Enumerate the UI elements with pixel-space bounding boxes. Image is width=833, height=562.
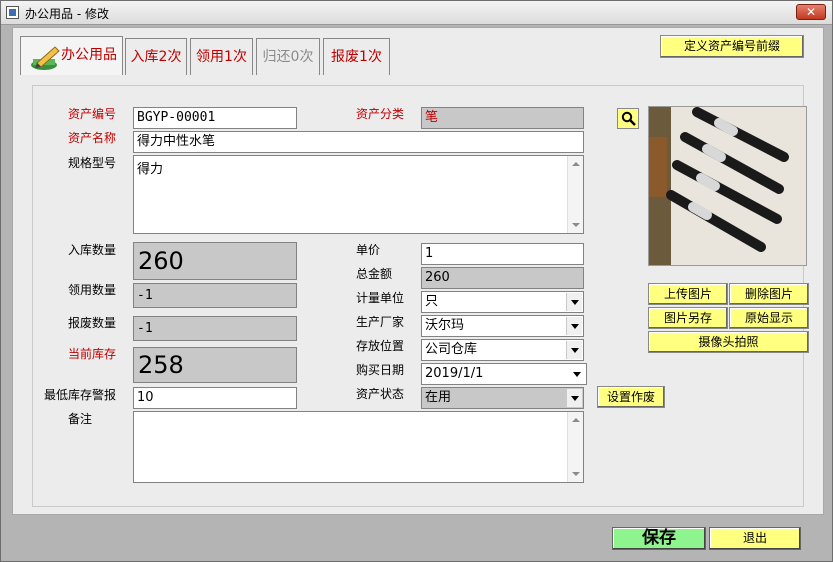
scroll-up-icon[interactable] [572, 418, 580, 422]
asset-status-value: 在用 [425, 390, 452, 405]
spec-model-value: 得力 [137, 162, 164, 177]
spec-model-label: 规格型号 [68, 156, 117, 170]
main-window: 办公用品 - 修改 ✕ 办公用品 入库2次 领用1次 归还0次 报废1次 定义资… [0, 0, 833, 562]
location-label: 存放位置 [356, 339, 405, 353]
tab-return[interactable]: 归还0次 [256, 38, 320, 75]
client-area: 办公用品 入库2次 领用1次 归还0次 报废1次 定义资产编号前缀 资产编号 资… [12, 27, 824, 515]
upload-image-button[interactable]: 上传图片 [648, 283, 728, 305]
scroll-down-icon[interactable] [572, 472, 580, 476]
asset-name-label: 资产名称 [68, 131, 117, 145]
asset-status-select[interactable]: 在用 [421, 387, 584, 409]
close-button[interactable]: ✕ [796, 4, 826, 20]
use-qty-label: 领用数量 [68, 283, 117, 297]
unit-value: 只 [425, 294, 439, 309]
unit-price-label: 单价 [356, 243, 381, 257]
save-button[interactable]: 保存 [612, 527, 706, 550]
asset-photo [648, 106, 807, 266]
unit-select[interactable]: 只 [421, 291, 584, 313]
dropdown-arrow-icon[interactable] [569, 365, 585, 383]
title-bar: 办公用品 - 修改 ✕ [1, 1, 832, 25]
asset-status-label: 资产状态 [356, 387, 405, 401]
tab-collect[interactable]: 领用1次 [190, 38, 253, 75]
min-stock-input[interactable]: 10 [133, 387, 297, 409]
exit-button[interactable]: 退出 [709, 527, 801, 550]
unit-price-input[interactable]: 1 [421, 243, 584, 265]
manufacturer-value: 沃尔玛 [425, 318, 465, 333]
total-amount-label: 总金额 [356, 267, 393, 281]
manufacturer-select[interactable]: 沃尔玛 [421, 315, 584, 337]
in-qty-field: 260 [133, 242, 297, 280]
current-stock-field: 258 [133, 347, 297, 383]
current-stock-label: 当前库存 [68, 347, 117, 361]
asset-code-label: 资产编号 [68, 107, 117, 121]
delete-image-button[interactable]: 删除图片 [729, 283, 809, 305]
scroll-up-icon[interactable] [572, 162, 580, 166]
pencil-icon [31, 46, 60, 70]
manufacturer-label: 生产厂家 [356, 315, 405, 329]
asset-code-input[interactable]: BGYP-00001 [133, 107, 297, 129]
purchase-date-value: 2019/1/1 [425, 366, 484, 381]
search-icon [621, 111, 636, 126]
tab-office-supplies[interactable]: 办公用品 [20, 36, 123, 75]
dropdown-arrow-icon[interactable] [566, 341, 582, 359]
tab-stock-in[interactable]: 入库2次 [125, 38, 187, 75]
asset-category-label: 资产分类 [356, 107, 405, 121]
scroll-down-icon[interactable] [572, 223, 580, 227]
asset-name-input[interactable]: 得力中性水笔 [133, 131, 584, 153]
purchase-date-picker[interactable]: 2019/1/1 [421, 363, 587, 385]
pens-image [649, 107, 806, 265]
remark-textarea[interactable] [133, 411, 584, 483]
category-search-button[interactable] [617, 108, 639, 129]
save-image-as-button[interactable]: 图片另存 [648, 307, 728, 329]
scrap-qty-label: 报废数量 [68, 316, 117, 330]
use-qty-field: -1 [133, 283, 297, 308]
define-prefix-button[interactable]: 定义资产编号前缀 [660, 35, 804, 58]
app-icon [6, 6, 19, 19]
dropdown-arrow-icon[interactable] [566, 389, 582, 407]
spec-model-scrollbar[interactable] [567, 156, 583, 233]
scrap-qty-field: -1 [133, 316, 297, 341]
total-amount-field: 260 [421, 267, 584, 289]
location-value: 公司仓库 [425, 342, 478, 357]
window-title: 办公用品 - 修改 [25, 7, 109, 21]
remark-scrollbar[interactable] [567, 412, 583, 482]
close-icon: ✕ [805, 5, 817, 19]
form-panel: 资产编号 资产名称 规格型号 入库数量 领用数量 报废数量 当前库存 最低库存警… [32, 85, 809, 507]
set-scrapped-button[interactable]: 设置作废 [597, 386, 665, 408]
dropdown-arrow-icon[interactable] [566, 317, 582, 335]
min-stock-label: 最低库存警报 [44, 388, 117, 402]
tab-scrap[interactable]: 报废1次 [323, 38, 390, 75]
location-select[interactable]: 公司仓库 [421, 339, 584, 361]
original-view-button[interactable]: 原始显示 [729, 307, 809, 329]
tab-label: 报废1次 [331, 49, 382, 65]
tab-label: 领用1次 [196, 49, 247, 65]
spec-model-textarea[interactable]: 得力 [133, 155, 584, 234]
dropdown-arrow-icon[interactable] [566, 293, 582, 311]
remark-label: 备注 [68, 412, 93, 426]
camera-photo-button[interactable]: 摄像头拍照 [648, 331, 809, 353]
purchase-date-label: 购买日期 [356, 363, 405, 377]
asset-category-field: 笔 [421, 107, 584, 129]
tab-label: 办公用品 [61, 47, 117, 63]
in-qty-label: 入库数量 [68, 243, 117, 257]
unit-label: 计量单位 [356, 291, 405, 305]
tab-label: 入库2次 [130, 49, 182, 65]
tab-label: 归还0次 [262, 49, 314, 65]
